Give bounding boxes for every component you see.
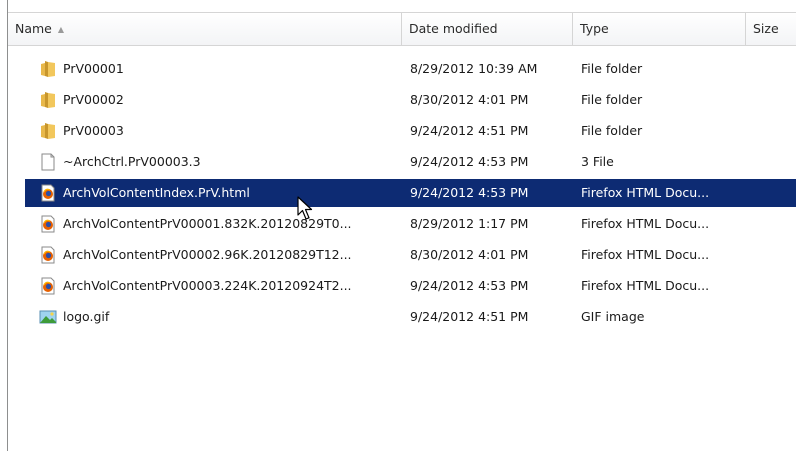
file-name: ArchVolContentPrV00002.96K.20120829T12..…	[63, 247, 352, 262]
file-type: File folder	[581, 92, 643, 107]
file-type: Firefox HTML Docu...	[581, 185, 710, 200]
file-row[interactable]: PrV00002 8/30/2012 4:01 PM File folder	[25, 86, 796, 114]
sort-ascending-icon: ▲	[57, 25, 65, 34]
file-date-modified: 9/24/2012 4:53 PM	[410, 185, 529, 200]
mouse-cursor-icon	[297, 196, 313, 220]
file-row[interactable]: ArchVolContentPrV00001.832K.20120829T0..…	[25, 210, 796, 238]
file-name: ~ArchCtrl.PrV00003.3	[63, 154, 201, 169]
folder-icon	[39, 122, 57, 140]
file-row[interactable]: ArchVolContentPrV00003.224K.20120924T2..…	[25, 272, 796, 300]
file-row[interactable]: ArchVolContentPrV00002.96K.20120829T12..…	[25, 241, 796, 269]
file-row[interactable]: logo.gif 9/24/2012 4:51 PM GIF image	[25, 303, 796, 331]
file-row[interactable]: ArchVolContentIndex.PrV.html 9/24/2012 4:…	[25, 179, 796, 207]
file-date-modified: 9/24/2012 4:51 PM	[410, 309, 529, 324]
file-date-modified: 8/29/2012 10:39 AM	[410, 61, 538, 76]
column-header: Name ▲ Date modified Type Size	[8, 12, 796, 46]
file-type: Firefox HTML Docu...	[581, 247, 710, 262]
firefox-html-icon	[39, 215, 57, 233]
file-icon	[39, 153, 57, 171]
file-date-modified: 9/24/2012 4:53 PM	[410, 278, 529, 293]
firefox-html-icon	[39, 277, 57, 295]
column-date-label: Date modified	[409, 21, 498, 36]
file-type: GIF image	[581, 309, 645, 324]
column-type-label: Type	[580, 21, 609, 36]
file-date-modified: 8/29/2012 1:17 PM	[410, 216, 529, 231]
file-row[interactable]: ~ArchCtrl.PrV00003.3 9/24/2012 4:53 PM 3 F…	[25, 148, 796, 176]
file-type: Firefox HTML Docu...	[581, 216, 710, 231]
column-name-label: Name	[15, 21, 52, 36]
file-name: PrV00003	[63, 123, 124, 138]
column-header-size[interactable]: Size	[746, 13, 796, 45]
file-name: PrV00001	[63, 61, 124, 76]
file-name: logo.gif	[63, 309, 110, 324]
column-header-type[interactable]: Type	[573, 13, 745, 45]
image-icon	[39, 308, 57, 326]
file-name: PrV00002	[63, 92, 124, 107]
folder-icon	[39, 60, 57, 78]
file-list-pane: Name ▲ Date modified Type Size PrV00001 8/…	[7, 0, 796, 451]
file-row[interactable]: PrV00003 9/24/2012 4:51 PM File folder	[25, 117, 796, 145]
file-type: Firefox HTML Docu...	[581, 278, 710, 293]
file-date-modified: 9/24/2012 4:51 PM	[410, 123, 529, 138]
file-row[interactable]: PrV00001 8/29/2012 10:39 AM File folder	[25, 55, 796, 83]
file-type: 3 File	[581, 154, 614, 169]
file-type: File folder	[581, 61, 643, 76]
folder-icon	[39, 91, 57, 109]
column-size-label: Size	[753, 21, 779, 36]
file-name: ArchVolContentPrV00001.832K.20120829T0..…	[63, 216, 352, 231]
file-name: ArchVolContentIndex.PrV.html	[63, 185, 250, 200]
file-type: File folder	[581, 123, 643, 138]
file-date-modified: 8/30/2012 4:01 PM	[410, 247, 529, 262]
firefox-html-icon	[39, 184, 57, 202]
column-header-date[interactable]: Date modified	[402, 13, 572, 45]
firefox-html-icon	[39, 246, 57, 264]
file-date-modified: 9/24/2012 4:53 PM	[410, 154, 529, 169]
column-header-name[interactable]: Name ▲	[8, 13, 401, 45]
file-name: ArchVolContentPrV00003.224K.20120924T2..…	[63, 278, 352, 293]
file-date-modified: 8/30/2012 4:01 PM	[410, 92, 529, 107]
